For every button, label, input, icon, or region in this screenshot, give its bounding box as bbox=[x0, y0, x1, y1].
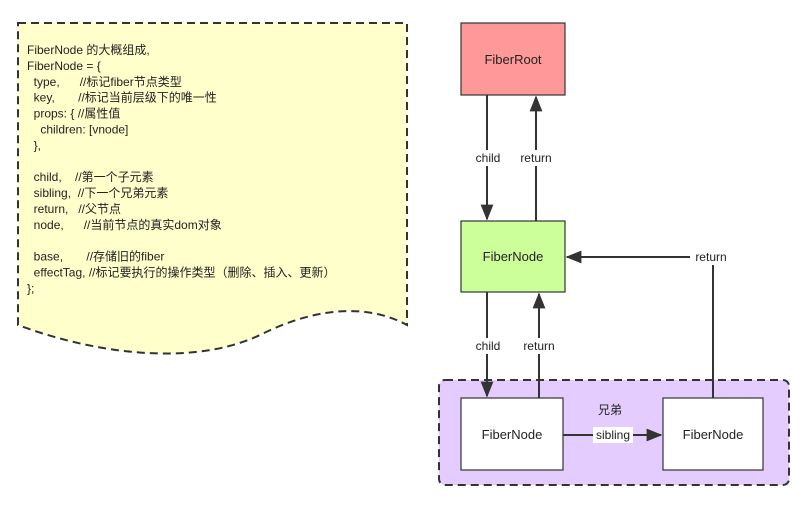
svg-text:FiberNode: FiberNode bbox=[482, 427, 543, 442]
note-line: }, bbox=[27, 138, 41, 152]
label-return: return bbox=[523, 339, 554, 353]
fibernode-note: FiberNode 的大概组成, FiberNode = { type, //标记… bbox=[17, 22, 408, 355]
node-fiberroot: FiberRoot bbox=[460, 22, 566, 96]
group-label: 兄弟 bbox=[598, 403, 622, 417]
label-return: return bbox=[695, 250, 726, 264]
edge-sibling-return bbox=[565, 250, 714, 398]
note-line: type, //标记fiber节点类型 bbox=[27, 75, 182, 89]
note-line: FiberNode 的大概组成, bbox=[27, 42, 150, 57]
note-line: children: [vnode] bbox=[27, 123, 128, 137]
node-fibernode: FiberNode bbox=[460, 220, 566, 293]
svg-text:FiberNode: FiberNode bbox=[483, 249, 544, 264]
note-line: return, //父节点 bbox=[27, 202, 121, 216]
note-line: FiberNode = { bbox=[27, 59, 101, 73]
note-line: base, //存储旧的fiber bbox=[27, 249, 164, 264]
note-line: effectTag, //标记要执行的操作类型（删除、插入、更新） bbox=[27, 265, 336, 280]
label-return: return bbox=[520, 151, 551, 165]
note-line: props: { //属性值 bbox=[27, 106, 120, 121]
note-line: key, //标记当前层级下的唯一性 bbox=[27, 90, 217, 105]
label-sibling: sibling bbox=[596, 428, 630, 442]
svg-text:FiberRoot: FiberRoot bbox=[484, 52, 541, 67]
note-line: }; bbox=[27, 282, 34, 296]
note-line: child, //第一个子元素 bbox=[27, 170, 154, 184]
label-child: child bbox=[476, 339, 501, 353]
label-child: child bbox=[476, 151, 501, 165]
note-line: node, //当前节点的真实dom对象 bbox=[27, 217, 222, 232]
node-sibling-fibernode: FiberNode bbox=[662, 397, 764, 471]
note-line: sibling, //下一个兄弟元素 bbox=[27, 186, 168, 200]
fiber-diagram: FiberNode 的大概组成, FiberNode = { type, //标记… bbox=[17, 22, 790, 486]
node-child-fibernode: FiberNode bbox=[460, 397, 564, 471]
svg-text:FiberNode: FiberNode bbox=[683, 427, 744, 442]
